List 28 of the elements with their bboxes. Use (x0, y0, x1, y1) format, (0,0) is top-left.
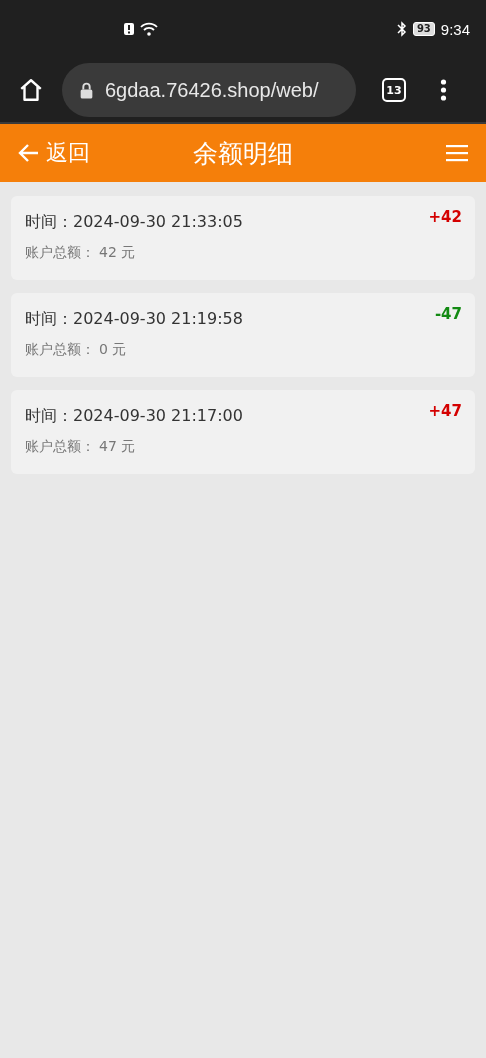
more-icon[interactable] (440, 78, 447, 102)
amount: +47 (428, 402, 462, 422)
tab-count-button[interactable]: 13 (382, 78, 406, 102)
balance-label: 账户总额： (25, 341, 95, 357)
alert-icon (124, 23, 134, 35)
amount: +42 (428, 208, 462, 228)
balance-label: 账户总额： (25, 438, 95, 454)
time-label: 时间： (25, 212, 73, 231)
clock: 9:34 (440, 20, 470, 38)
balance-value: 0 元 (99, 341, 127, 357)
bluetooth-icon (396, 21, 407, 37)
balance-label: 账户总额： (25, 244, 95, 260)
time-label: 时间： (25, 309, 73, 328)
time-label: 时间： (25, 406, 73, 425)
time-value: 2024-09-30 21:19:58 (73, 309, 243, 328)
back-arrow-icon (18, 143, 40, 163)
balance-value: 47 元 (99, 438, 136, 454)
time-value: 2024-09-30 21:33:05 (73, 212, 243, 231)
balance-value: 42 元 (99, 244, 136, 260)
menu-icon[interactable] (446, 144, 468, 162)
page-title: 余额明细 (193, 137, 293, 170)
home-icon[interactable] (18, 77, 44, 103)
address-bar[interactable]: 6gdaa.76426.shop/web/ (62, 63, 356, 117)
amount: -47 (434, 305, 462, 325)
wifi-icon (140, 22, 158, 36)
time-value: 2024-09-30 21:17:00 (73, 406, 243, 425)
lock-icon (80, 81, 93, 99)
battery-level: 93 (412, 22, 435, 36)
